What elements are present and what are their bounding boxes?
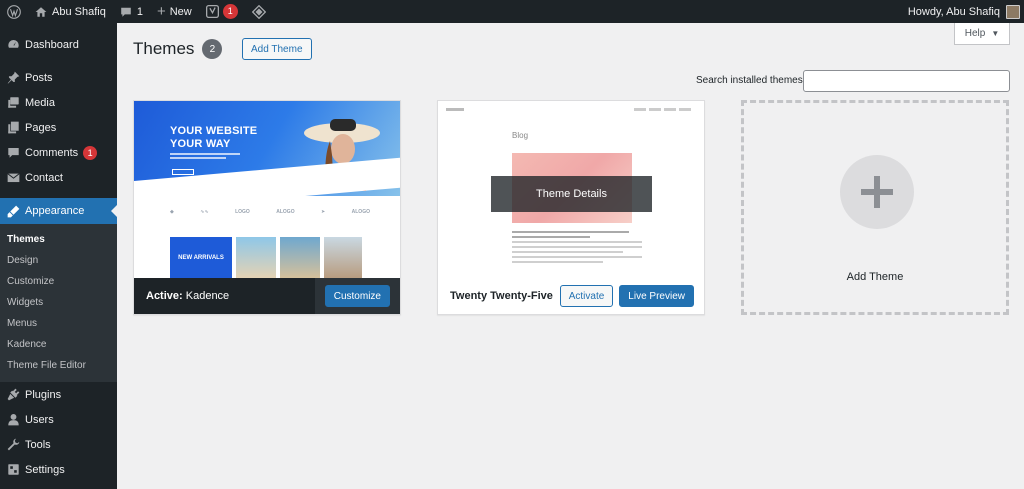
admin-bar: Abu Shafiq 1 + New 1 Howdy, Abu Shafiq	[0, 0, 1024, 23]
kadence-footer: Active: Kadence Customize	[134, 278, 400, 314]
page-title: Themes 2	[133, 39, 223, 59]
user-icon	[7, 413, 20, 426]
active-theme-name: Active: Kadence	[146, 290, 230, 302]
kadence-product-tiles: NEW ARRIVALS	[170, 237, 366, 279]
comments-count: 1	[136, 5, 143, 18]
beach-photo-3	[324, 237, 362, 279]
add-theme-card-label: Add Theme	[846, 271, 904, 283]
submenu-themes[interactable]: Themes	[0, 229, 117, 250]
appearance-submenu: Themes Design Customize Widgets Menus Ka…	[0, 224, 117, 382]
plus-circle-icon	[840, 155, 914, 229]
menu-pages[interactable]: Pages	[0, 115, 117, 140]
wordpress-logo-icon[interactable]	[0, 0, 28, 23]
my-account-link[interactable]: Howdy, Abu Shafiq	[901, 0, 1024, 23]
kadence-hero-button	[172, 169, 194, 175]
yoast-count-badge: 1	[222, 4, 238, 19]
settings-icon	[7, 463, 20, 476]
plug-icon	[7, 388, 20, 401]
dashboard-icon	[7, 38, 20, 51]
media-icon	[7, 96, 20, 109]
new-arrivals-tile: NEW ARRIVALS	[170, 237, 232, 279]
pages-icon	[7, 121, 20, 134]
avatar	[1006, 4, 1020, 19]
new-label: New	[169, 5, 192, 18]
wrench-icon	[7, 438, 20, 451]
help-tab-button[interactable]: Help ▼	[954, 23, 1010, 45]
arrow-logo-icon: ➤	[321, 209, 326, 215]
menu-comments[interactable]: Comments 1	[0, 140, 117, 165]
kadence-logos-row: ◆ ∿∿ LOGO ALOGO ➤ ALOGO	[170, 209, 370, 215]
comment-icon	[7, 146, 20, 159]
caret-down-icon: ▼	[991, 29, 1000, 38]
theme-card-twenty-twenty-five[interactable]: Blog Theme Details Twenty Twenty-Five Ac…	[437, 100, 705, 315]
admin-sidebar: Dashboard Posts Media Pages Comments 1 C…	[0, 23, 117, 489]
menu-contact[interactable]: Contact	[0, 165, 117, 190]
menu-tools[interactable]: Tools	[0, 432, 117, 457]
live-preview-button[interactable]: Live Preview	[619, 285, 694, 307]
theme-name-twenty-twenty-five: Twenty Twenty-Five	[450, 290, 553, 302]
add-theme-button[interactable]: Add Theme	[242, 38, 312, 60]
search-label: Search installed themes	[696, 75, 803, 86]
beach-photo-2	[280, 237, 320, 279]
tt5-footer: Twenty Twenty-Five Activate Live Preview	[438, 278, 704, 314]
theme-count-badge: 2	[202, 39, 223, 59]
comments-count-badge: 1	[83, 145, 98, 160]
submenu-theme-file-editor[interactable]: Theme File Editor	[0, 355, 117, 376]
yoast-icon	[205, 5, 219, 18]
menu-posts[interactable]: Posts	[0, 65, 117, 90]
submenu-design[interactable]: Design	[0, 250, 117, 271]
menu-media[interactable]: Media	[0, 90, 117, 115]
new-content-link[interactable]: + New	[150, 0, 199, 23]
add-new-theme-card[interactable]: Add Theme	[741, 100, 1009, 315]
customize-button[interactable]: Customize	[324, 285, 390, 307]
menu-plugins[interactable]: Plugins	[0, 382, 117, 407]
tt5-nav-bar	[446, 108, 691, 111]
howdy-text: Howdy, Abu Shafiq	[907, 5, 1000, 18]
site-name-link[interactable]: Abu Shafiq	[28, 0, 113, 23]
theme-card-kadence[interactable]: YOUR WEBSITE YOUR WAY ◆ ∿∿ LOGO ALOGO ➤ …	[133, 100, 401, 315]
search-themes-input[interactable]	[803, 70, 1010, 92]
menu-users[interactable]: Users	[0, 407, 117, 432]
beach-photo-1	[236, 237, 276, 279]
logo-mark-icon: ◆	[170, 209, 174, 215]
pin-icon	[7, 71, 20, 84]
wave-logo-icon: ∿∿	[200, 209, 209, 215]
submenu-kadence[interactable]: Kadence	[0, 334, 117, 355]
home-icon	[35, 6, 47, 18]
envelope-icon	[7, 171, 20, 184]
menu-appearance[interactable]: Appearance	[0, 198, 117, 224]
comment-bubble-icon	[120, 6, 132, 18]
kadence-headline: YOUR WEBSITE YOUR WAY	[170, 125, 258, 150]
brush-icon	[7, 205, 20, 218]
tt5-blog-heading: Blog	[512, 131, 529, 140]
main-content: Help ▼ Themes 2 Add Theme Search install…	[117, 23, 1024, 489]
diamond-plugin-link[interactable]	[245, 0, 273, 23]
menu-settings[interactable]: Settings	[0, 457, 117, 482]
site-name: Abu Shafiq	[52, 5, 106, 18]
activate-button[interactable]: Activate	[559, 285, 614, 307]
menu-dashboard[interactable]: Dashboard	[0, 32, 117, 57]
submenu-widgets[interactable]: Widgets	[0, 292, 117, 313]
theme-screenshot-twenty-twenty-five[interactable]: Blog Theme Details	[438, 101, 704, 279]
submenu-menus[interactable]: Menus	[0, 313, 117, 334]
theme-details-button[interactable]: Theme Details	[491, 176, 652, 212]
submenu-customize[interactable]: Customize	[0, 271, 117, 292]
plus-icon: +	[156, 3, 166, 20]
yoast-seo-link[interactable]: 1	[199, 0, 245, 23]
theme-screenshot-kadence[interactable]: YOUR WEBSITE YOUR WAY ◆ ∿∿ LOGO ALOGO ➤ …	[134, 101, 400, 279]
comments-link[interactable]: 1	[113, 0, 150, 23]
diamond-icon	[251, 4, 266, 19]
